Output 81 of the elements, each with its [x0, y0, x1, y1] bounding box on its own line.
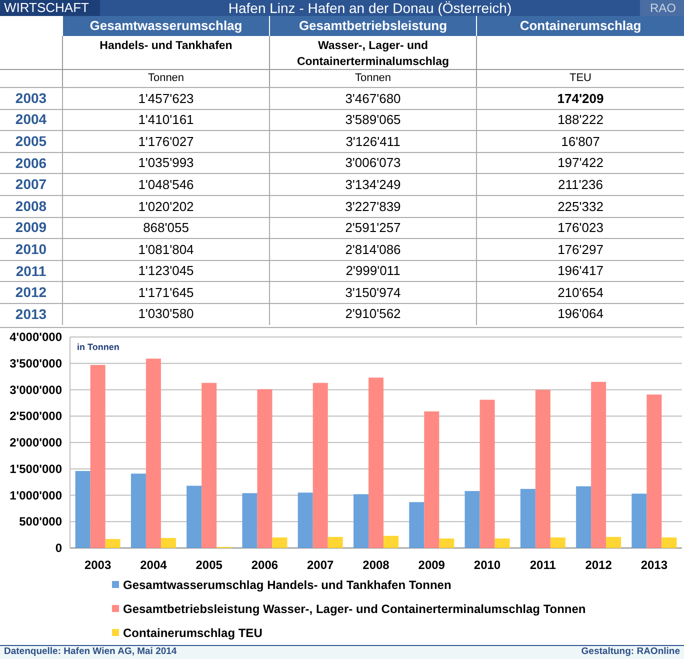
column-header: Containerumschlag	[476, 16, 684, 36]
table-cell-text: 210'654	[558, 284, 604, 302]
x-axis-label: 2006	[251, 558, 278, 572]
year-cell-text: 2011	[16, 262, 46, 281]
year-cell-text: 2010	[15, 240, 47, 259]
section-label: WIRTSCHAFT	[0, 0, 100, 16]
table-cell-text: 211'236	[558, 176, 603, 194]
logo-text: RAO	[640, 0, 684, 16]
x-axis-label: 2010	[474, 558, 501, 572]
table-cell-text: 868'055	[143, 219, 189, 238]
source-text: Datenquelle: Hafen Wien AG, Mai 2014	[4, 645, 177, 659]
table-cell-text: 176'297	[558, 240, 604, 259]
table-cell-text: 188'222	[558, 111, 604, 130]
year-cell-text: 2008	[15, 196, 47, 216]
page-title: Hafen Linz - Hafen an der Donau (Österreich)	[227, 0, 513, 16]
x-axis-label: 2003	[84, 558, 112, 572]
y-axis-label: 2'000'000	[10, 435, 62, 450]
table-cell-text: 1'410'161	[138, 111, 194, 130]
y-axis-label: 4'000'000	[10, 330, 62, 344]
table-cell-text: 3'134'249	[345, 176, 401, 194]
table-cell-text: 196'064	[558, 305, 604, 324]
table-cell-text: 3'150'974	[345, 284, 401, 302]
unit-label: Tonnen	[148, 71, 184, 86]
year-cell-text: 2013	[15, 304, 47, 324]
x-axis-label: 2007	[307, 558, 334, 572]
year-cell-text: 2012	[15, 283, 47, 302]
unit-label: in Tonnen	[77, 342, 120, 352]
y-axis-label: 3'000'000	[10, 382, 62, 396]
column-subtitle: Handels- und Tankhafen	[98, 39, 234, 54]
x-axis-label: 2013	[640, 558, 668, 572]
table-cell-text: 174'209	[557, 90, 604, 108]
legend-label: Containerumschlag TEU	[123, 624, 262, 642]
table-cell-text: 1'081'804	[138, 240, 194, 259]
legend-label: Gesamtbetriebsleistung Wasser-, Lager- und Containerterminalumschlag Tonnen	[123, 600, 586, 618]
table-cell-text: 16'807	[561, 132, 600, 151]
x-axis-label: 2008	[362, 558, 390, 572]
credit-text: Gestaltung: RAOnline	[581, 645, 680, 659]
table-cell-text: 1'030'580	[138, 305, 194, 324]
legend-label: Gesamtwasserumschlag Handels- und Tankhafen Tonnen	[123, 576, 452, 594]
unit-label: TEU	[570, 71, 592, 86]
y-axis-label: 1'000'000	[10, 488, 62, 502]
x-axis-label: 2004	[140, 558, 167, 572]
x-axis-label: 2011	[530, 558, 556, 572]
table-cell-text: 197'422	[558, 154, 604, 172]
table-cell-text: 3'126'411	[346, 132, 400, 151]
table-cell-text: 1'048'546	[138, 176, 194, 194]
column-header: Gesamtwasserumschlag	[62, 16, 269, 36]
table-cell-text: 1'020'202	[138, 198, 194, 216]
year-cell-text: 2003	[15, 88, 47, 108]
table-cell-text: 2'910'562	[345, 305, 401, 324]
column-header: Gesamtbetriebsleistung	[269, 16, 476, 36]
column-subtitle: Wasser-, Lager- und Containerterminalumschlag	[296, 39, 450, 69]
table-cell-text: 225'332	[558, 198, 604, 216]
x-axis-label: 2005	[196, 558, 222, 572]
unit-label: Tonnen	[354, 71, 392, 86]
y-axis-label: 500'000	[19, 514, 62, 528]
table-cell-text: 1'123'045	[138, 262, 194, 280]
table-cell-text: 3'006'073	[345, 154, 401, 172]
year-cell-text: 2004	[15, 110, 47, 130]
x-axis-label: 2009	[418, 558, 445, 572]
table-cell-text: 3'467'680	[345, 90, 401, 108]
table-cell-text: 3'589'065	[345, 111, 401, 130]
table-cell-text: 176'023	[558, 219, 604, 238]
x-axis-label: 2012	[585, 558, 612, 572]
table-cell-text: 1'176'027	[138, 132, 194, 151]
table-cell-text: 3'227'839	[345, 198, 401, 216]
year-cell-text: 2009	[15, 218, 47, 238]
year-cell-text: 2005	[15, 132, 47, 151]
table-cell-text: 1'171'645	[138, 284, 194, 302]
table-cell-text: 1'035'993	[138, 154, 194, 172]
table-cell-text: 2'999'011	[346, 262, 400, 280]
table-cell-text: 2'814'086	[345, 240, 401, 259]
table-cell-text: 1'457'623	[138, 90, 194, 108]
year-cell-text: 2007	[15, 175, 47, 194]
y-axis-label: 1'500'000	[10, 461, 62, 476]
table-cell-text: 196'417	[558, 262, 604, 280]
y-axis-label: 2'500'000	[10, 408, 62, 423]
y-axis-label: 3'500'000	[10, 356, 62, 370]
y-axis-label: 0	[55, 540, 62, 555]
table-cell-text: 2'591'257	[345, 219, 401, 238]
year-cell-text: 2006	[15, 154, 47, 173]
